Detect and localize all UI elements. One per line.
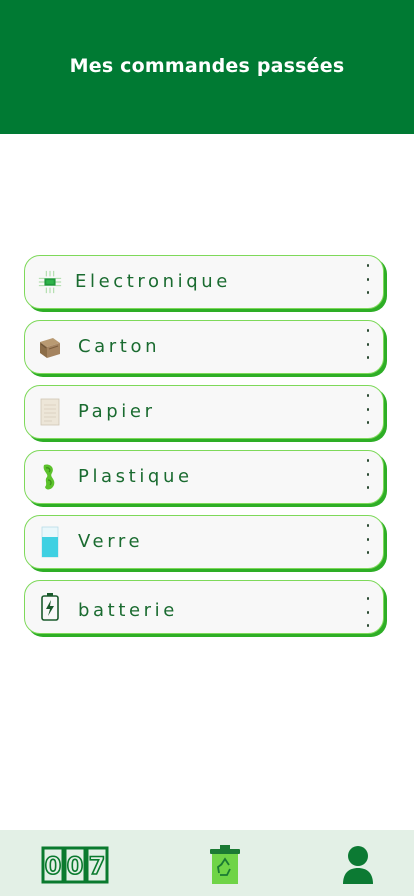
more-options-icon[interactable]	[363, 264, 373, 294]
more-options-icon[interactable]	[363, 459, 373, 489]
category-label: Carton	[78, 336, 161, 357]
bottom-navigation-bar: 0 0 7	[0, 830, 414, 896]
chip-icon	[37, 267, 63, 297]
battery-icon	[37, 592, 63, 622]
paper-sheet-icon	[37, 397, 63, 427]
counter-nav-button[interactable]: 0 0 7	[40, 845, 110, 885]
recycle-bin-icon	[210, 845, 240, 884]
category-label: Papier	[78, 401, 156, 422]
cardboard-box-icon	[37, 332, 63, 362]
user-profile-icon	[343, 846, 373, 884]
counter-icon: 0 0 7	[41, 846, 109, 884]
category-label: Verre	[78, 531, 144, 552]
more-options-icon[interactable]	[363, 597, 373, 627]
recycle-nav-button[interactable]	[207, 845, 243, 885]
more-options-icon[interactable]	[363, 329, 373, 359]
category-label: batterie	[78, 600, 178, 621]
category-card-papier[interactable]: Papier	[24, 385, 384, 439]
counter-digit: 7	[89, 852, 106, 880]
category-card-carton[interactable]: Carton	[24, 320, 384, 374]
category-card-electronique[interactable]: Electronique	[24, 255, 384, 309]
app-header: Mes commandes passées	[0, 0, 414, 134]
plastic-bottle-icon	[37, 462, 63, 492]
more-options-icon[interactable]	[363, 394, 373, 424]
category-label: Electronique	[75, 271, 231, 292]
glass-icon	[37, 526, 63, 558]
category-label: Plastique	[78, 466, 193, 487]
counter-digit: 0	[45, 852, 62, 880]
more-options-icon[interactable]	[363, 524, 373, 554]
category-card-plastique[interactable]: Plastique	[24, 450, 384, 504]
counter-digit: 0	[67, 852, 84, 880]
profile-nav-button[interactable]	[340, 845, 376, 885]
page-title: Mes commandes passées	[69, 55, 345, 77]
category-card-batterie[interactable]: batterie	[24, 580, 384, 634]
category-card-verre[interactable]: Verre	[24, 515, 384, 569]
